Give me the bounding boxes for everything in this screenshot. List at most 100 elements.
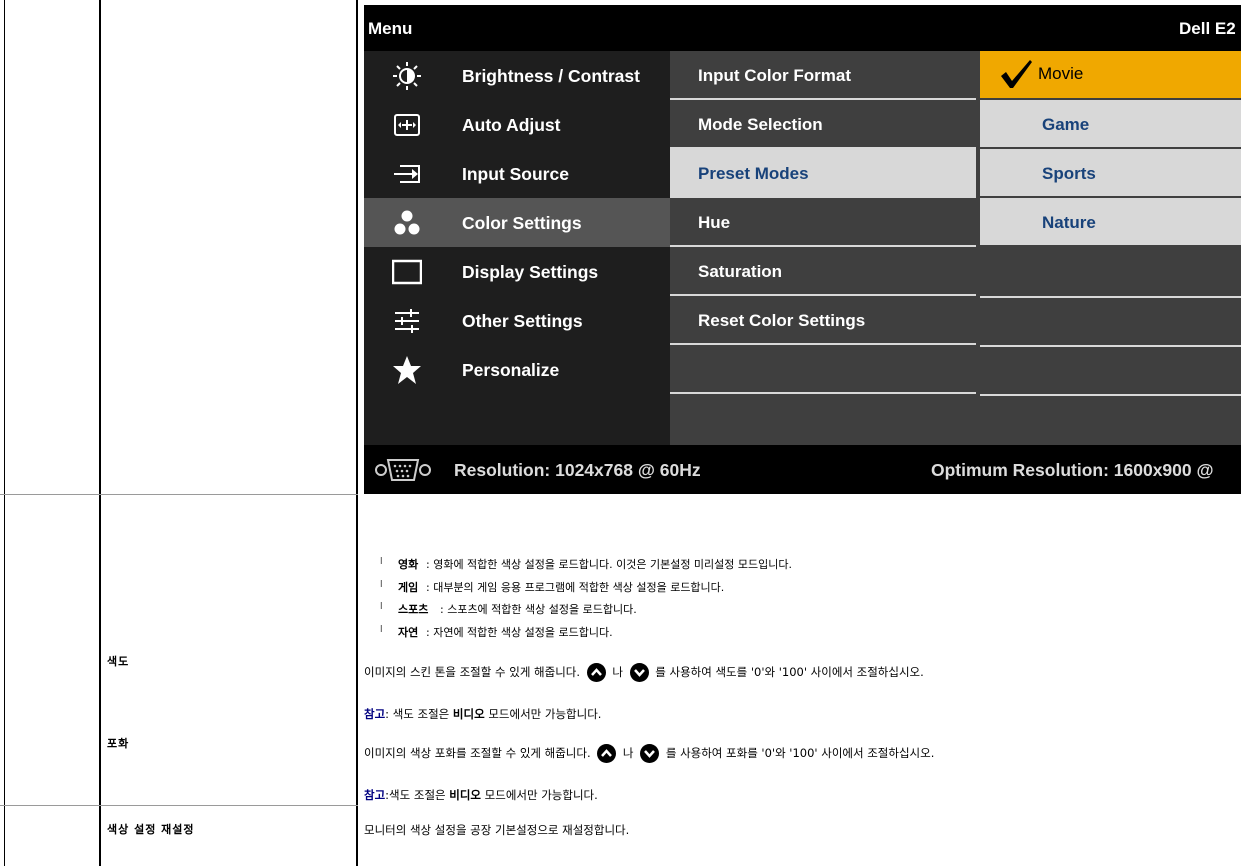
vga-connector-icon [375, 459, 431, 481]
star-icon [393, 356, 421, 384]
note-bold-text: 비디오 [449, 788, 482, 802]
saturation-note: 참고:색도 조절은 비디오 모드에서만 가능합니다. [364, 787, 598, 803]
bullet-marker: l [380, 602, 383, 612]
row-divider-2 [0, 805, 358, 806]
row-label-hue: 색도 [107, 655, 130, 668]
note-bold-text: 비디오 [452, 707, 485, 721]
note-label: 참고 [364, 707, 386, 721]
submenu-item-saturation[interactable]: Saturation [670, 247, 976, 296]
hue-description: 이미지의 스킨 톤을 조절할 수 있게 해줍니다. 나 를 사용하여 색도를 '… [364, 663, 924, 682]
note-label: 참고 [364, 788, 386, 802]
option-game[interactable]: Game [980, 100, 1241, 147]
table-border-col2 [356, 0, 358, 866]
row-label-saturation: 포화 [107, 737, 130, 750]
note-text: : 색도 조절은 [385, 707, 450, 721]
optimum-resolution: Optimum Resolution: 1600x900 @ [931, 460, 1214, 480]
bullet-term: 게임 [398, 581, 419, 594]
submenu-item-label: Saturation [698, 262, 783, 281]
submenu-item-preset-modes[interactable]: Preset Modes [670, 149, 976, 198]
option-label: Movie [1038, 64, 1084, 83]
menu-item-label: Other Settings [462, 311, 583, 331]
osd-menu-screenshot: Menu Dell E2 Brightness / Contrast Auto … [364, 5, 1241, 494]
menu-item-personalize[interactable]: Personalize [364, 345, 670, 394]
option-label: Sports [1042, 164, 1096, 183]
bullet-text: : 자연에 적합한 색상 설정을 로드합니다. [426, 626, 613, 639]
menu-item-auto-adjust[interactable]: Auto Adjust [364, 100, 670, 149]
option-nature[interactable]: Nature [980, 198, 1241, 245]
submenu-item-label: Hue [698, 213, 731, 232]
menu-item-other-settings[interactable]: Other Settings [364, 296, 670, 345]
option-divider [980, 345, 1241, 347]
up-arrow-button-icon [597, 744, 617, 763]
down-arrow-button-icon [640, 744, 660, 763]
bullet-term: 자연 [398, 626, 419, 639]
submenu-item-hue[interactable]: Hue [670, 198, 976, 247]
submenu-item-empty [670, 345, 976, 394]
bullet-text: : 스포츠에 적합한 색상 설정을 로드합니다. [440, 603, 637, 616]
note-text: 모드에서만 가능합니다. [484, 788, 598, 802]
bullet-term: 영화 [398, 558, 419, 571]
menu-item-color-settings[interactable]: Color Settings [364, 198, 670, 247]
menu-item-label: Color Settings [462, 213, 582, 233]
auto-adjust-icon [394, 114, 420, 136]
submenu-item-input-color-format[interactable]: Input Color Format [670, 51, 976, 100]
option-sports[interactable]: Sports [980, 149, 1241, 196]
option-label: Game [1042, 115, 1090, 134]
submenu-item-label: Preset Modes [698, 164, 809, 183]
option-divider [980, 296, 1241, 298]
table-border-col1 [99, 0, 101, 866]
menu-item-brightness-contrast[interactable]: Brightness / Contrast [364, 51, 670, 100]
menu-item-label: Personalize [462, 360, 560, 380]
submenu-item-mode-selection[interactable]: Mode Selection [670, 100, 976, 149]
row-divider-1 [0, 494, 358, 495]
submenu-item-reset-color-settings[interactable]: Reset Color Settings [670, 296, 976, 345]
down-arrow-button-icon [629, 663, 649, 682]
menu-item-label: Auto Adjust [462, 115, 561, 135]
other-settings-icon [395, 309, 419, 333]
submenu-item-label: Input Color Format [698, 66, 851, 85]
current-resolution: Resolution: 1024x768 @ 60Hz [454, 460, 701, 480]
desc-text: 나 [622, 746, 634, 760]
option-movie[interactable]: Movie [980, 51, 1241, 98]
osd-brand-label: Dell E2 [1179, 19, 1236, 38]
display-settings-icon [392, 259, 422, 285]
osd-menu-title: Menu [368, 19, 413, 38]
bullet-text: : 영화에 적합한 색상 설정을 로드합니다. 이것은 기본설정 미리설정 모드… [426, 558, 793, 571]
row-label-reset-color-settings: 색상 설정 재설정 [107, 823, 195, 836]
saturation-description: 이미지의 색상 포화를 조절할 수 있게 해줍니다. 나 를 사용하여 포화를 … [364, 744, 934, 763]
menu-item-label: Display Settings [462, 262, 599, 282]
color-settings-icon [394, 210, 420, 235]
bullet-marker: l [380, 580, 383, 590]
hue-note: 참고: 색도 조절은 비디오 모드에서만 가능합니다. [364, 706, 601, 722]
input-source-icon [394, 165, 420, 183]
reset-description: 모니터의 색상 설정을 공장 기본설정으로 재설정합니다. [364, 823, 630, 837]
menu-item-label: Input Source [462, 164, 569, 184]
desc-text: 나 [612, 665, 623, 679]
osd-footer: Resolution: 1024x768 @ 60Hz Optimum Reso… [364, 445, 1241, 494]
menu-item-display-settings[interactable]: Display Settings [364, 247, 670, 296]
desc-text: 이미지의 색상 포화를 조절할 수 있게 해줍니다. [364, 746, 591, 760]
submenu-item-label: Mode Selection [698, 115, 823, 134]
checkmark-icon [1001, 60, 1032, 88]
osd-options: Movie Game Sports Nature [976, 51, 1241, 445]
option-label: Nature [1042, 213, 1096, 232]
osd-main-menu: Brightness / Contrast Auto Adjust Input … [364, 51, 670, 445]
menu-item-input-source[interactable]: Input Source [364, 149, 670, 198]
option-divider [980, 394, 1241, 396]
bullet-marker: l [380, 557, 383, 567]
desc-text: 이미지의 스킨 톤을 조절할 수 있게 해줍니다. [364, 665, 581, 679]
note-text: 모드에서만 가능합니다. [488, 707, 602, 721]
table-border-left [4, 0, 5, 866]
bullet-marker: l [380, 625, 383, 635]
desc-text: 를 사용하여 포화를 '0'와 '100' 사이에서 조절하십시오. [665, 746, 935, 760]
bullet-text: : 대부분의 게임 응용 프로그램에 적합한 색상 설정을 로드합니다. [426, 581, 725, 594]
osd-submenu: Input Color Format Mode Selection Preset… [670, 51, 976, 445]
brightness-icon [393, 62, 421, 90]
osd-header: Menu Dell E2 [364, 5, 1241, 51]
up-arrow-button-icon [586, 663, 606, 682]
note-text: :색도 조절은 [385, 788, 446, 802]
menu-item-label: Brightness / Contrast [462, 66, 640, 86]
desc-text: 를 사용하여 색도를 '0'와 '100' 사이에서 조절하십시오. [655, 665, 924, 679]
submenu-item-label: Reset Color Settings [698, 311, 866, 330]
bullet-term: 스포츠 [398, 603, 429, 616]
